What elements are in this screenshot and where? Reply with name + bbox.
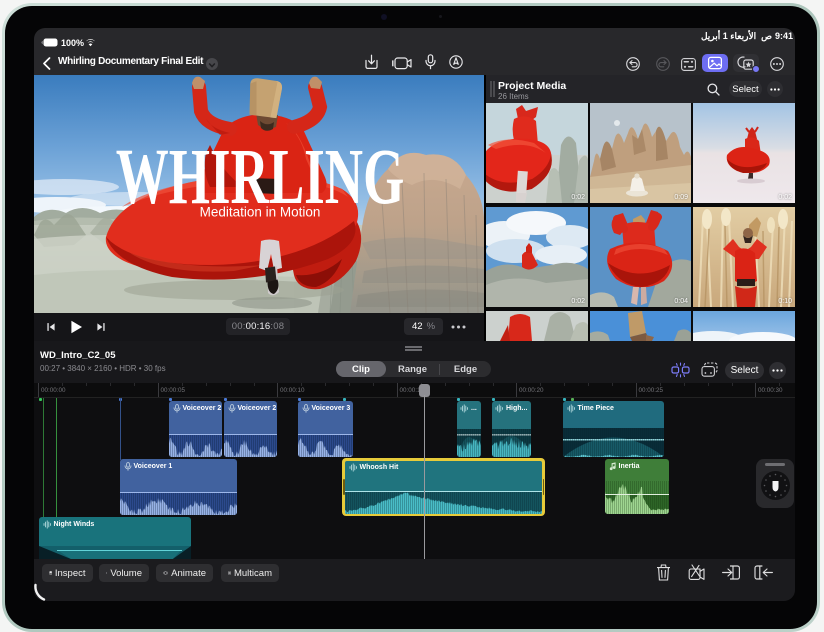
svg-text:Meditation in Motion: Meditation in Motion <box>200 205 321 220</box>
svg-text:100%: 100% <box>61 38 84 48</box>
